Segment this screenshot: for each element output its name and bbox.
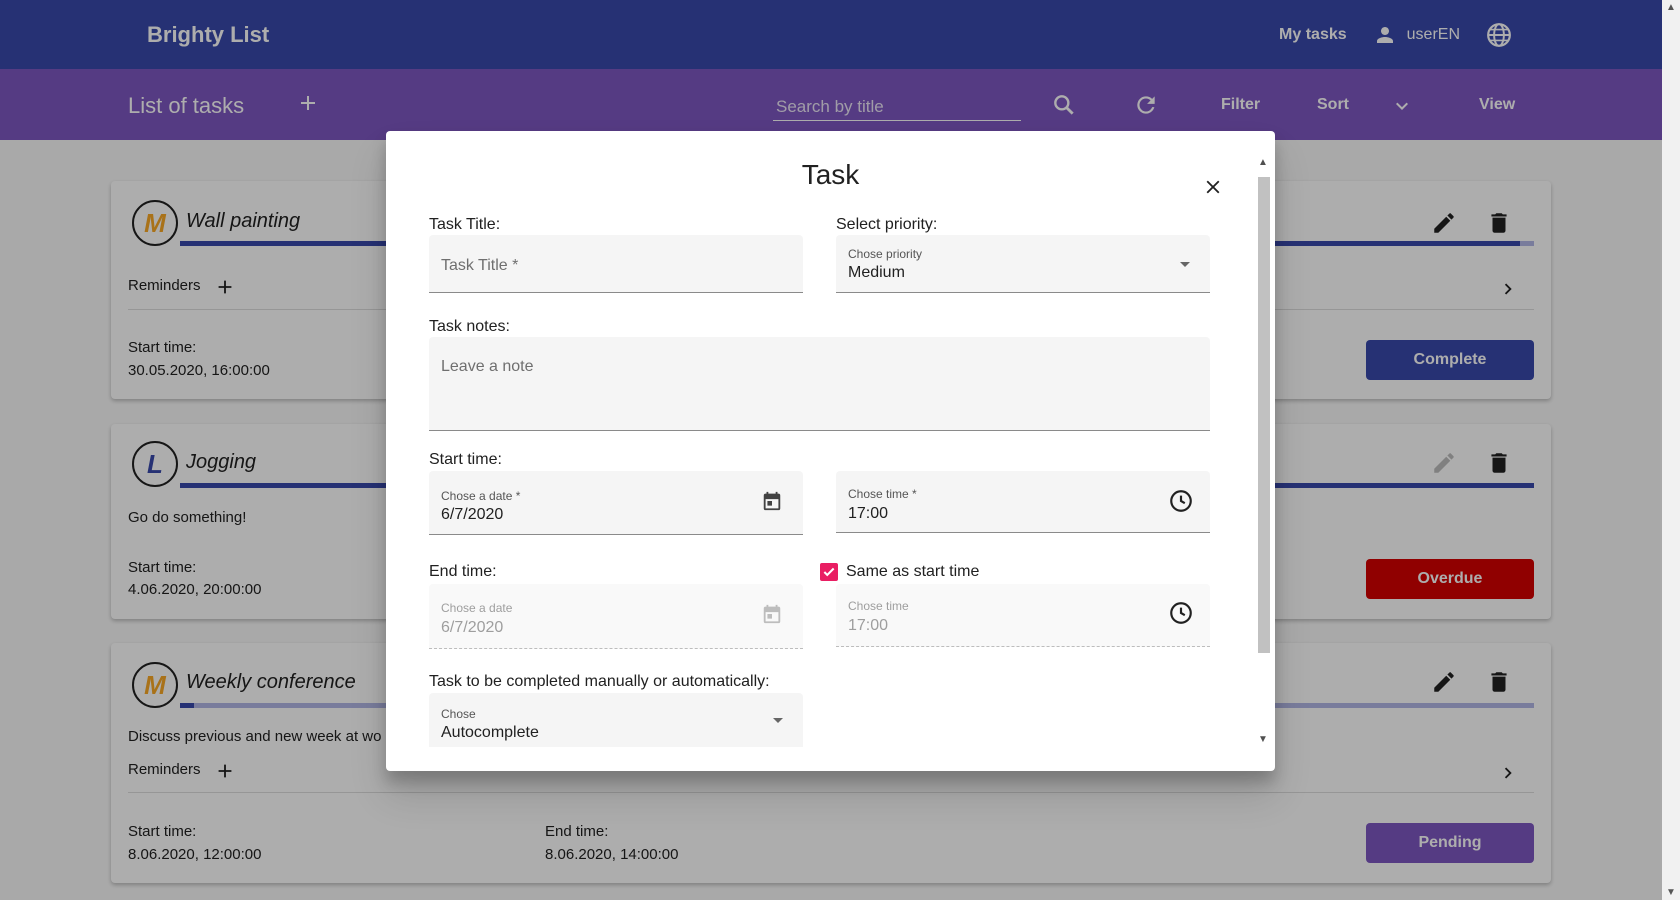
- same-as-start-checkbox[interactable]: [820, 563, 838, 581]
- start-time-label: Start time:: [429, 451, 502, 468]
- end-time-field: Chose time 17:00: [836, 584, 1210, 647]
- start-time-field[interactable]: Chose time * 17:00: [836, 471, 1210, 533]
- end-date-float-label: Chose a date: [441, 601, 513, 615]
- priority-value: Medium: [848, 264, 905, 281]
- scroll-down-arrow-icon[interactable]: ▼: [1258, 734, 1268, 745]
- notes-placeholder: Leave a note: [441, 358, 534, 375]
- completion-float-label: Chose: [441, 707, 476, 721]
- start-date-float-label: Chose a date *: [441, 489, 521, 503]
- dropdown-arrow-icon: [773, 718, 783, 723]
- task-title-placeholder: Task Title *: [441, 257, 519, 274]
- task-dialog: Task ▲ ▼ Task Title: Task Title * Select…: [386, 131, 1275, 771]
- start-date-field[interactable]: Chose a date * 6/7/2020: [429, 471, 803, 535]
- start-time-value: 17:00: [848, 505, 889, 522]
- scroll-up-arrow-icon[interactable]: ▲: [1666, 2, 1676, 13]
- page-scrollbar[interactable]: ▲ ▼: [1662, 0, 1680, 900]
- scroll-down-arrow-icon[interactable]: ▼: [1666, 887, 1676, 898]
- calendar-icon[interactable]: [761, 490, 783, 512]
- priority-label: Select priority:: [836, 216, 938, 233]
- completion-mode-label: Task to be completed manually or automat…: [429, 673, 770, 690]
- completion-mode-select[interactable]: Chose Autocomplete: [429, 693, 803, 747]
- notes-textarea[interactable]: Leave a note: [429, 337, 1210, 431]
- end-time-label: End time:: [429, 563, 497, 580]
- clock-icon[interactable]: [1168, 488, 1194, 514]
- check-icon: [823, 567, 835, 577]
- dialog-title: Task: [801, 159, 860, 190]
- calendar-icon: [763, 604, 781, 624]
- same-as-start-label[interactable]: Same as start time: [846, 563, 979, 581]
- task-title-field[interactable]: Task Title *: [429, 235, 803, 293]
- clock-icon[interactable]: [1168, 600, 1194, 626]
- priority-float-label: Chose priority: [848, 247, 923, 261]
- start-date-value: 6/7/2020: [441, 506, 504, 523]
- end-time-value: 17:00: [848, 617, 889, 634]
- scroll-up-arrow-icon[interactable]: ▲: [1258, 157, 1268, 168]
- task-title-label: Task Title:: [429, 216, 501, 233]
- priority-select[interactable]: Chose priority Medium: [836, 235, 1210, 293]
- dropdown-arrow-icon: [1180, 262, 1190, 267]
- scroll-thumb[interactable]: [1258, 177, 1270, 653]
- start-time-float-label: Chose time *: [848, 487, 917, 501]
- end-time-float-label: Chose time: [848, 599, 909, 613]
- end-date-field: Chose a date 6/7/2020: [429, 584, 803, 649]
- notes-label: Task notes:: [429, 318, 510, 335]
- end-date-value: 6/7/2020: [441, 619, 504, 636]
- dialog-scrollbar[interactable]: ▲ ▼: [1257, 157, 1271, 745]
- completion-value: Autocomplete: [441, 724, 539, 741]
- close-icon[interactable]: [1202, 176, 1224, 198]
